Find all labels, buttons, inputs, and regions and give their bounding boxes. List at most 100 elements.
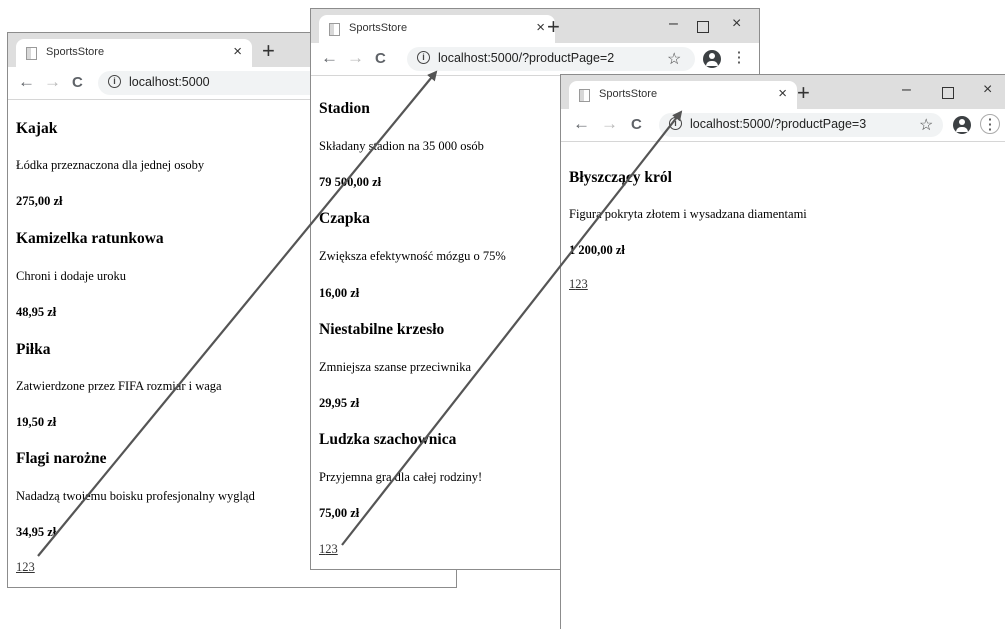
browser-toolbar: ← → C i localhost:5000/?productPage=2 ☆ … [311, 43, 759, 76]
product-desc-wrap: Łódka przeznaczona dla jednej osoby [16, 156, 204, 174]
product-name: Ludzka szachownica [319, 431, 457, 448]
product-desc-wrap: Chroni i dodaje uroku [16, 267, 126, 285]
product-desc-wrap: Zmniejsza szanse przeciwnika [319, 358, 471, 376]
product-item: Piłka [16, 341, 50, 359]
maximize-button[interactable] [697, 21, 709, 33]
back-icon[interactable]: ← [321, 48, 338, 68]
product-desc-wrap: Zwiększa efektywność mózgu o 75% [319, 247, 506, 265]
product-desc-wrap: Nadadzą twojemu boisku profesjonalny wyg… [16, 487, 255, 505]
product-name: Błyszczący król [569, 169, 672, 186]
close-tab-icon[interactable]: × [233, 43, 242, 60]
product-price: 16,00 zł [319, 286, 360, 300]
product-desc-wrap: Figura pokryta złotem i wysadzana diamen… [569, 205, 807, 223]
browser-toolbar: ← → C i localhost:5000/?productPage=3 ☆ … [561, 109, 1005, 142]
tab-sportsstore[interactable]: SportsStore × [569, 81, 797, 109]
address-bar[interactable]: i localhost:5000/?productPage=2 ☆ [407, 47, 695, 71]
page-link-3[interactable]: 3 [582, 277, 588, 291]
bookmark-star-icon[interactable]: ☆ [919, 115, 933, 135]
url-text[interactable]: localhost:5000/?productPage=2 [438, 51, 614, 65]
close-tab-icon[interactable]: × [778, 85, 787, 102]
product-description: Figura pokryta złotem i wysadzana diamen… [569, 207, 807, 221]
product-desc-wrap: Przyjemna gra dla całej rodziny! [319, 468, 482, 486]
info-icon[interactable]: i [669, 117, 682, 130]
product-price: 275,00 zł [16, 194, 63, 208]
pagination: 123 [569, 277, 588, 292]
forward-icon[interactable]: → [44, 72, 61, 92]
product-name: Kajak [16, 120, 58, 137]
product-description: Chroni i dodaje uroku [16, 269, 127, 283]
product-name: Czapka [319, 210, 370, 227]
tab-strip: SportsStore × + – × [311, 9, 759, 43]
product-price-wrap: 75,00 zł [319, 504, 359, 522]
back-icon[interactable]: ← [573, 114, 590, 134]
product-price-wrap: 79 500,00 zł [319, 173, 381, 191]
tab-sportsstore[interactable]: SportsStore × [16, 39, 252, 67]
page-icon [579, 89, 590, 102]
back-icon[interactable]: ← [18, 72, 35, 92]
product-item: Ludzka szachownica [319, 431, 456, 449]
product-item: Kamizelka ratunkowa [16, 230, 164, 248]
product-price: 79 500,00 zł [319, 175, 382, 189]
product-item: Kajak [16, 120, 57, 138]
page-link-3[interactable]: 3 [332, 542, 338, 556]
reload-icon[interactable]: C [72, 74, 83, 91]
url-text[interactable]: localhost:5000/?productPage=3 [690, 117, 866, 131]
new-tab-button[interactable]: + [262, 38, 275, 64]
product-price: 75,00 zł [319, 506, 360, 520]
pagination: 123 [319, 542, 338, 557]
close-tab-icon[interactable]: × [536, 19, 545, 36]
tab-title: SportsStore [599, 88, 658, 100]
product-description: Przyjemna gra dla całej rodziny! [319, 470, 483, 484]
product-name: Piłka [16, 341, 51, 358]
info-icon[interactable]: i [108, 75, 121, 88]
new-tab-button[interactable]: + [797, 80, 810, 106]
address-bar[interactable]: i localhost:5000/?productPage=3 ☆ [659, 113, 943, 137]
forward-icon[interactable]: → [601, 114, 618, 134]
new-tab-button[interactable]: + [547, 14, 560, 40]
product-item: Czapka [319, 210, 370, 228]
page-icon [329, 23, 340, 36]
pagination: 123 [16, 560, 35, 575]
account-icon[interactable] [703, 50, 721, 68]
tab-title: SportsStore [349, 22, 408, 34]
close-window-button[interactable]: × [983, 81, 992, 99]
product-description: Zmniejsza szanse przeciwnika [319, 360, 472, 374]
forward-icon[interactable]: → [347, 48, 364, 68]
product-description: Nadadzą twojemu boisku profesjonalny wyg… [16, 489, 255, 503]
reload-icon[interactable]: C [631, 116, 642, 133]
page-link-3[interactable]: 3 [29, 560, 35, 574]
product-name: Flagi narożne [16, 450, 107, 467]
product-item: Błyszczący król [569, 169, 672, 187]
product-item: Flagi narożne [16, 450, 107, 468]
minimize-button[interactable]: – [902, 81, 911, 99]
product-price-wrap: 34,95 zł [16, 523, 56, 541]
page-content: Błyszczący król Figura pokryta złotem i … [561, 142, 1005, 629]
tab-sportsstore[interactable]: SportsStore × [319, 15, 555, 43]
reload-icon[interactable]: C [375, 50, 386, 67]
product-name: Kamizelka ratunkowa [16, 230, 164, 247]
product-price: 29,95 zł [319, 396, 360, 410]
product-price: 1 200,00 zł [569, 243, 625, 257]
product-description: Łódka przeznaczona dla jednej osoby [16, 158, 205, 172]
tab-strip: SportsStore × + – × [561, 75, 1005, 109]
product-price: 34,95 zł [16, 525, 57, 539]
product-name: Stadion [319, 100, 370, 117]
minimize-button[interactable]: – [669, 15, 678, 33]
product-item: Stadion [319, 100, 370, 118]
menu-icon[interactable]: ⋮ [729, 48, 749, 68]
url-text[interactable]: localhost:5000 [129, 75, 210, 89]
menu-icon[interactable]: ⋮ [980, 114, 1000, 134]
product-price-wrap: 275,00 zł [16, 192, 63, 210]
maximize-button[interactable] [942, 87, 954, 99]
bookmark-star-icon[interactable]: ☆ [667, 49, 681, 69]
account-icon[interactable] [953, 116, 971, 134]
page-icon [26, 47, 37, 60]
product-desc-wrap: Składany stadion na 35 000 osób [319, 137, 484, 155]
product-desc-wrap: Zatwierdzone przez FIFA rozmiar i waga [16, 377, 222, 395]
product-description: Zwiększa efektywność mózgu o 75% [319, 249, 506, 263]
close-window-button[interactable]: × [732, 15, 741, 33]
info-icon[interactable]: i [417, 51, 430, 64]
product-item: Niestabilne krzesło [319, 321, 444, 339]
product-price-wrap: 48,95 zł [16, 303, 56, 321]
product-description: Zatwierdzone przez FIFA rozmiar i waga [16, 379, 222, 393]
